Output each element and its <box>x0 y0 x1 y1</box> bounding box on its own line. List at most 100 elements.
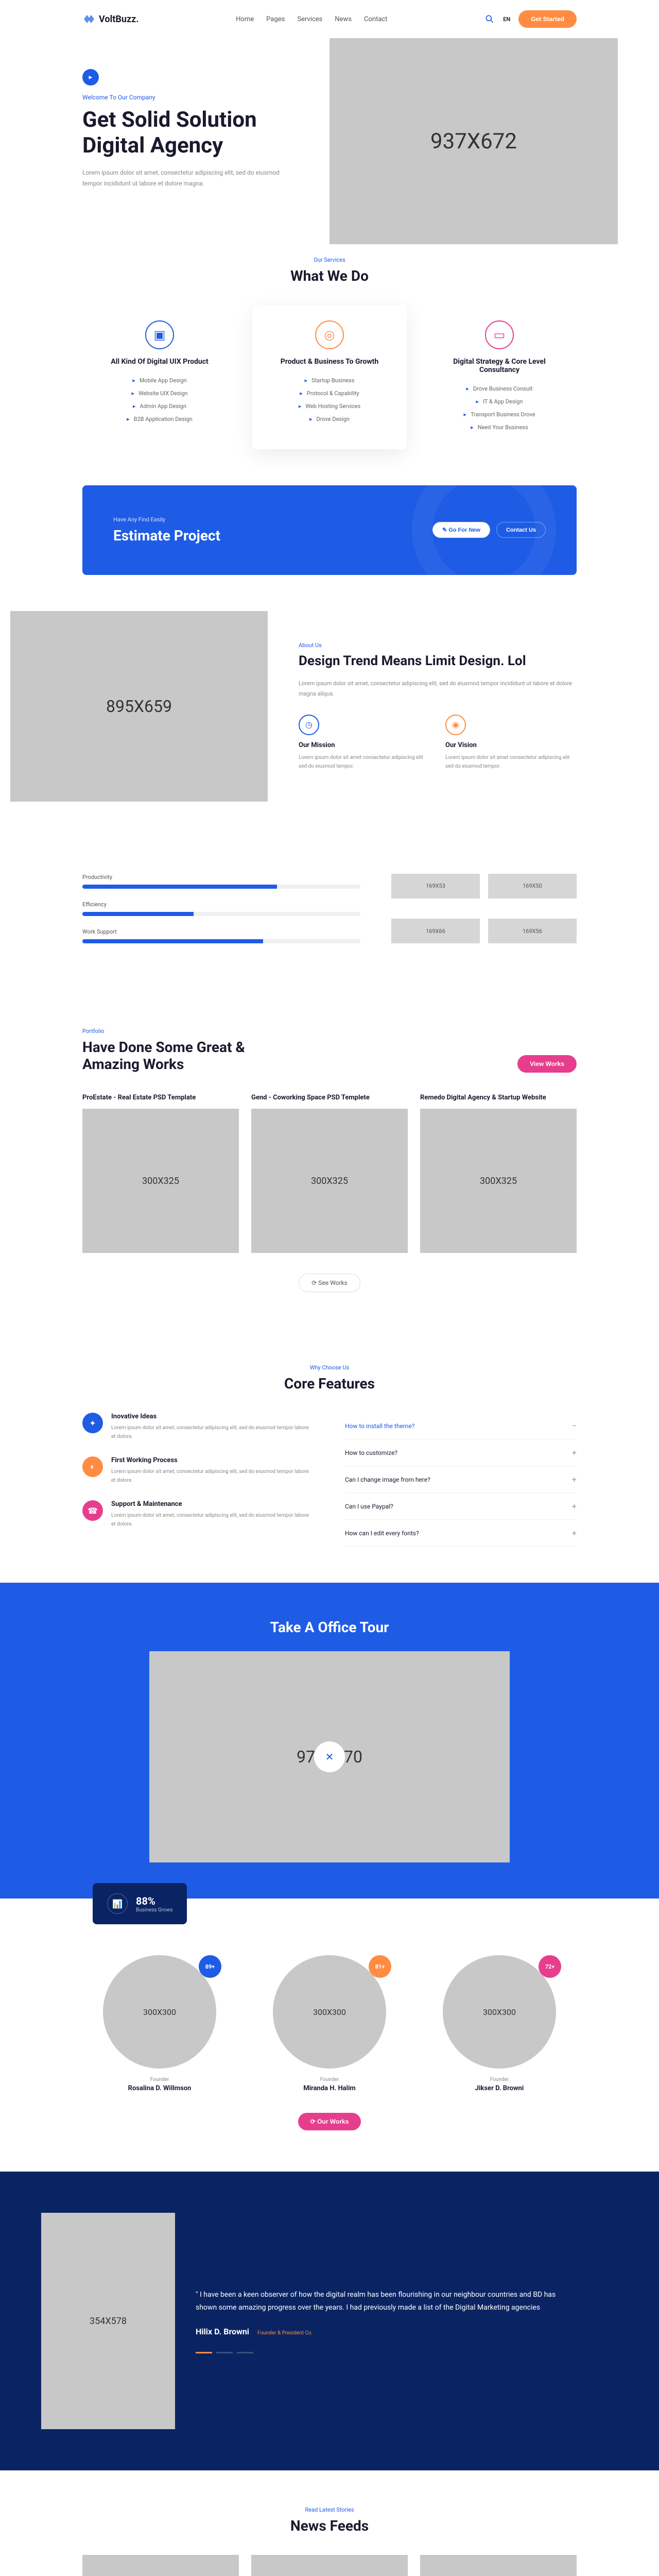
service-list-item: Website UIX Design <box>98 387 221 400</box>
hero-title: Get Solid Solution Digital Agency <box>82 107 288 159</box>
tour-video: 970X570 ✕ <box>149 1651 510 1862</box>
hero-badge-icon: ▸ <box>82 69 99 86</box>
team-our-works-button[interactable]: ⟳ Our Works <box>298 2113 361 2130</box>
service-list: Drove Business ConsultIT & App DesignTra… <box>438 382 561 434</box>
view-works-button[interactable]: View Works <box>517 1055 577 1073</box>
plus-icon: + <box>572 1448 577 1458</box>
lang-toggle[interactable]: EN <box>503 16 510 23</box>
service-list-item: Startup Business <box>268 374 391 387</box>
team-member[interactable]: 72+ 300X300 Founder Jikser D. Browni <box>422 1955 577 2092</box>
service-list-item: Need Your Business <box>438 421 561 434</box>
about-desc: Lorem ipsum dolor sit amet, consectetur … <box>299 679 577 699</box>
go-for-new-button[interactable]: ✎ Go For New <box>432 522 490 538</box>
service-card[interactable]: ▭ Digital Strategy & Core Level Consulta… <box>422 305 577 449</box>
testimonial-dot[interactable] <box>196 2352 212 2353</box>
faq-item[interactable]: Can I change image from here? + <box>345 1466 577 1493</box>
estimate-label: Have Any Find Easily <box>113 516 220 523</box>
news-title: News Feeds <box>82 2517 577 2534</box>
about-col-desc: Lorem ipsum dolor sit amet consectetur a… <box>445 753 577 771</box>
testimonial-image: 354X578 <box>41 2213 175 2429</box>
logo-text: VoltBuzz. <box>99 14 138 25</box>
feature-title: Support & Maintenance <box>111 1500 314 1508</box>
skill-fill <box>82 939 263 943</box>
testimonial-dot[interactable] <box>237 2352 253 2353</box>
chart-icon: 📊 <box>107 1893 128 1914</box>
nav-pages[interactable]: Pages <box>266 15 285 23</box>
services-section: Our Services What We Do ▣ All Kind Of Di… <box>0 221 659 485</box>
portfolio-section: Portfolio Have Done Some Great & Amazing… <box>0 992 659 1328</box>
skill-bar: Productivity <box>82 874 360 889</box>
logo-icon <box>82 13 95 25</box>
news-section: Read Latest Stories News Feeds 370X280 D… <box>0 2470 659 2576</box>
news-label: Read Latest Stories <box>82 2506 577 2513</box>
testimonial-pagination <box>196 2352 577 2353</box>
faq-question: How can I edit every fonts? <box>345 1530 419 1537</box>
features-section: Why Choose Us Core Features ✦ Inovative … <box>0 1328 659 1583</box>
portfolio-title: Have Done Some Great & Amazing Works <box>82 1039 288 1073</box>
services-label: Our Services <box>82 257 577 263</box>
about-col-title: Our Mission <box>299 741 430 749</box>
growth-label: Business Grows <box>136 1907 172 1913</box>
contact-us-button[interactable]: Contact Us <box>496 522 546 538</box>
team-avatar: 300X300 <box>103 1955 216 2069</box>
service-list-item: Mobile App Design <box>98 374 221 387</box>
plus-icon: + <box>572 1475 577 1484</box>
about-section: 895X659 About Us Design Trend Means Limi… <box>0 575 659 838</box>
team-avatar: 300X300 <box>273 1955 386 2069</box>
team-member[interactable]: 89+ 300X300 Founder Rosalina D. Willmson <box>82 1955 237 2092</box>
service-list-item: Protocol & Capability <box>268 387 391 400</box>
portfolio-item[interactable]: ProEstate - Real Estate PSD Template 300… <box>82 1093 239 1253</box>
features-label: Why Choose Us <box>82 1364 577 1371</box>
about-col-icon: ◉ <box>445 715 466 735</box>
search-icon[interactable] <box>484 14 495 24</box>
testimonial-name: Hilix D. Browni <box>196 2327 249 2336</box>
faq-question: How to install the theme? <box>345 1422 414 1430</box>
team-role: Founder <box>82 2077 237 2082</box>
see-works-button[interactable]: ⟳ See Works <box>299 1274 360 1292</box>
feature-item: ☎ Support & Maintenance Lorem ipsum dolo… <box>82 1500 314 1529</box>
news-item[interactable]: 370X280 Marketing Technology Is A Great … <box>420 2555 577 2576</box>
nav-news[interactable]: News <box>335 15 352 23</box>
portfolio-item-image: 300X325 <box>82 1109 239 1253</box>
portfolio-item[interactable]: Remedo Digital Agency & Startup Website … <box>420 1093 577 1253</box>
faq-item[interactable]: How to customize?+ <box>345 1439 577 1466</box>
team-member[interactable]: 81+ 300X300 Founder Miranda H. Halim <box>252 1955 407 2092</box>
team-name: Miranda H. Halim <box>252 2084 407 2092</box>
faq-item[interactable]: How can I edit every fonts? + <box>345 1520 577 1547</box>
faq-item[interactable]: How to install the theme? − <box>345 1413 577 1439</box>
client-logo: 169X50 <box>488 874 577 899</box>
testimonial-dot[interactable] <box>216 2352 233 2353</box>
service-card[interactable]: ▣ All Kind Of Digital UIX Product Mobile… <box>82 305 237 449</box>
hero-image: 937X672 <box>330 38 618 244</box>
nav-services[interactable]: Services <box>297 15 322 23</box>
news-image: 370X280 <box>251 2555 408 2576</box>
service-list-item: Drove Business Consult <box>438 382 561 395</box>
services-title: What We Do <box>82 267 577 284</box>
skill-bar: Work Support <box>82 928 360 943</box>
team-name: Jikser D. Browni <box>422 2084 577 2092</box>
service-card[interactable]: ◎ Product & Business To Growth Startup B… <box>252 305 407 449</box>
news-image: 370X280 <box>420 2555 577 2576</box>
nav-contact[interactable]: Contact <box>364 15 387 23</box>
news-item[interactable]: 370X280 Design Technology Is A Great Tur… <box>82 2555 239 2576</box>
plus-icon: + <box>572 1528 577 1538</box>
play-button[interactable]: ✕ <box>314 1741 345 1772</box>
feature-title: First Working Process <box>111 1456 314 1464</box>
service-list: Startup BusinessProtocol & CapabilityWeb… <box>268 374 391 426</box>
faq-question: Can I use Paypal? <box>345 1503 393 1510</box>
news-item[interactable]: 370X280 Development Technology Is A Grea… <box>251 2555 408 2576</box>
faq-question: Can I change image from here? <box>345 1476 430 1483</box>
get-started-button[interactable]: Get Started <box>518 10 577 28</box>
faq-item[interactable]: Can I use Paypal?+ <box>345 1493 577 1520</box>
team-badge: 89+ <box>199 1955 221 1978</box>
tour-section: Take A Office Tour 970X570 ✕ <box>0 1583 659 1899</box>
nav-links: Home Pages Services News Contact <box>236 15 387 23</box>
minus-icon: − <box>572 1421 577 1431</box>
nav-right: EN Get Started <box>484 10 577 28</box>
portfolio-item[interactable]: Gend - Coworking Space PSD Templete 300X… <box>251 1093 408 1253</box>
logo[interactable]: VoltBuzz. <box>82 13 138 25</box>
skills-section: Productivity Efficiency Work Support 169… <box>0 838 659 992</box>
main-nav: VoltBuzz. Home Pages Services News Conta… <box>82 0 577 38</box>
nav-home[interactable]: Home <box>236 15 254 23</box>
about-title: Design Trend Means Limit Design. Lol <box>299 653 577 670</box>
